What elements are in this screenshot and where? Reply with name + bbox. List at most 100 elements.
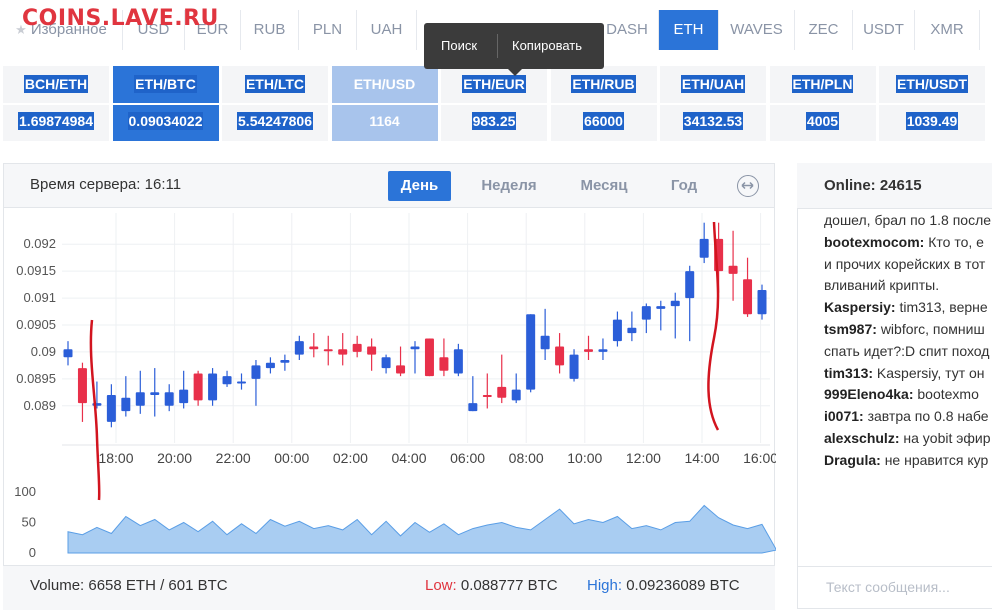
- chat-username[interactable]: alexschulz:: [824, 430, 899, 446]
- candle: [179, 389, 189, 404]
- candle: [396, 365, 406, 374]
- candle: [569, 354, 579, 379]
- y-tick-label: 0.0915: [16, 263, 56, 278]
- x-tick-label: 18:00: [98, 450, 133, 466]
- candle: [106, 395, 116, 422]
- tab-dash[interactable]: DASH: [596, 10, 659, 50]
- candle: [468, 403, 478, 412]
- tab-xmr[interactable]: XMR: [915, 10, 980, 50]
- tab-label: USDT: [863, 21, 904, 38]
- pair-name: ETH/LTC: [244, 75, 306, 93]
- chat-text: на yobit эфир: [903, 430, 991, 446]
- tab-pln[interactable]: PLN: [299, 10, 357, 50]
- candle: [685, 271, 695, 299]
- chat-username[interactable]: i0071:: [824, 408, 864, 424]
- tab-label: ETH: [673, 21, 704, 38]
- chat-username[interactable]: bootexmocom:: [824, 234, 924, 250]
- pair-eth-usdt[interactable]: ETH/USDT 1039.49: [879, 66, 987, 141]
- chat-username[interactable]: 999Eleno4ka:: [824, 386, 914, 402]
- chat-message: и прочих корейских в тот: [824, 254, 992, 275]
- tab-label: RUB: [253, 21, 286, 38]
- period-day[interactable]: День: [388, 171, 451, 201]
- candle: [540, 335, 550, 350]
- candle: [757, 290, 767, 315]
- volume-area: [67, 504, 776, 554]
- tab-rub[interactable]: RUB: [241, 10, 299, 50]
- watermark: COINS.LAVE.RU: [22, 6, 219, 31]
- tab-usdt[interactable]: USDT: [853, 10, 915, 50]
- message-input[interactable]: [824, 578, 992, 596]
- x-tick-label: 08:00: [509, 450, 544, 466]
- expand-icon[interactable]: [737, 175, 759, 197]
- pair-name: ETH/USD: [353, 76, 416, 92]
- x-tick-label: 16:00: [743, 450, 776, 466]
- volume-tick-label: 50: [22, 515, 36, 530]
- chat-message: вливаний крипты.: [824, 275, 992, 296]
- period-week[interactable]: Неделя: [468, 171, 550, 201]
- tab-eth[interactable]: ETH: [659, 10, 719, 50]
- candle: [743, 279, 753, 315]
- pair-eth-btc[interactable]: ETH/BTC 0.09034022: [112, 66, 221, 141]
- candle: [265, 362, 275, 369]
- candle: [222, 376, 232, 385]
- pair-name: ETH/RUB: [571, 75, 636, 93]
- copy-button[interactable]: Копировать: [512, 38, 582, 53]
- candle: [511, 389, 521, 401]
- chat-text: Кто то, е: [928, 233, 984, 250]
- candle: [251, 365, 261, 379]
- chat-message: tim313: Kaspersiy, тут он: [824, 363, 992, 384]
- chat-text: bootexmo: [917, 386, 979, 403]
- tab-label: UAH: [370, 21, 403, 38]
- y-tick-label: 0.09: [31, 344, 56, 359]
- pair-divider: [331, 103, 438, 105]
- y-tick-label: 0.0895: [16, 371, 56, 386]
- pair-name: ETH/PLN: [791, 75, 854, 93]
- candle: [121, 397, 131, 412]
- search-button[interactable]: Поиск: [441, 38, 477, 53]
- pair-name: ETH/BTC: [134, 75, 197, 93]
- chat-text: Kaspersiy, тут он: [876, 364, 985, 381]
- pair-eth-ltc[interactable]: ETH/LTC 5.54247806: [222, 66, 330, 141]
- pair-eth-rub[interactable]: ETH/RUB 66000: [550, 66, 659, 141]
- low-price: Low: 0.088777 BTC: [425, 577, 558, 594]
- pair-divider: [769, 103, 876, 105]
- x-tick-label: 00:00: [274, 450, 309, 466]
- candle: [612, 319, 622, 342]
- y-tick-label: 0.092: [23, 236, 56, 251]
- pair-eth-eur[interactable]: ETH/EUR 983.25: [441, 66, 549, 141]
- candle: [670, 300, 680, 307]
- chat-username[interactable]: Kaspersiy:: [824, 299, 896, 315]
- tab-label: XMR: [930, 21, 964, 38]
- x-tick-label: 04:00: [391, 450, 426, 466]
- chat-text: не нравится кур: [884, 451, 989, 468]
- pair-eth-pln[interactable]: ETH/PLN 4005: [769, 66, 878, 141]
- tab-uah[interactable]: UAH: [357, 10, 417, 50]
- chat-message: дошел, брал по 1.8 после: [824, 210, 992, 231]
- candle: [309, 346, 319, 350]
- candle: [728, 265, 738, 274]
- pair-eth-uah[interactable]: ETH/UAH 34132.53: [660, 66, 768, 141]
- chat-message: спать идет?:D спит поход: [824, 341, 992, 362]
- pair-name: ETH/USDT: [896, 75, 968, 93]
- x-tick-label: 06:00: [450, 450, 485, 466]
- online-count: Online: 24615: [824, 177, 922, 194]
- period-year[interactable]: Год: [660, 171, 708, 201]
- pair-divider: [441, 103, 547, 105]
- chat-username[interactable]: tsm987:: [824, 321, 877, 337]
- period-month[interactable]: Месяц: [568, 171, 640, 201]
- chat-username[interactable]: Dragula:: [824, 452, 881, 468]
- pair-bch-eth[interactable]: BCH/ETH 1.69874984: [3, 66, 111, 141]
- candle: [555, 346, 565, 366]
- candle: [150, 392, 160, 395]
- chat-message: i0071: завтра по 0.8 набе: [824, 406, 992, 427]
- high-price: High: 0.09236089 BTC: [587, 577, 740, 594]
- candle: [367, 346, 377, 355]
- candle: [699, 238, 709, 258]
- chat-username[interactable]: tim313:: [824, 365, 873, 381]
- pair-value: 1.69874984: [18, 112, 94, 130]
- tab-zec[interactable]: ZEC: [795, 10, 853, 50]
- pair-eth-usd[interactable]: ETH/USD 1164: [331, 66, 440, 141]
- pair-value: 1164: [369, 113, 400, 129]
- candle: [193, 373, 203, 401]
- tab-waves[interactable]: WAVES: [719, 10, 795, 50]
